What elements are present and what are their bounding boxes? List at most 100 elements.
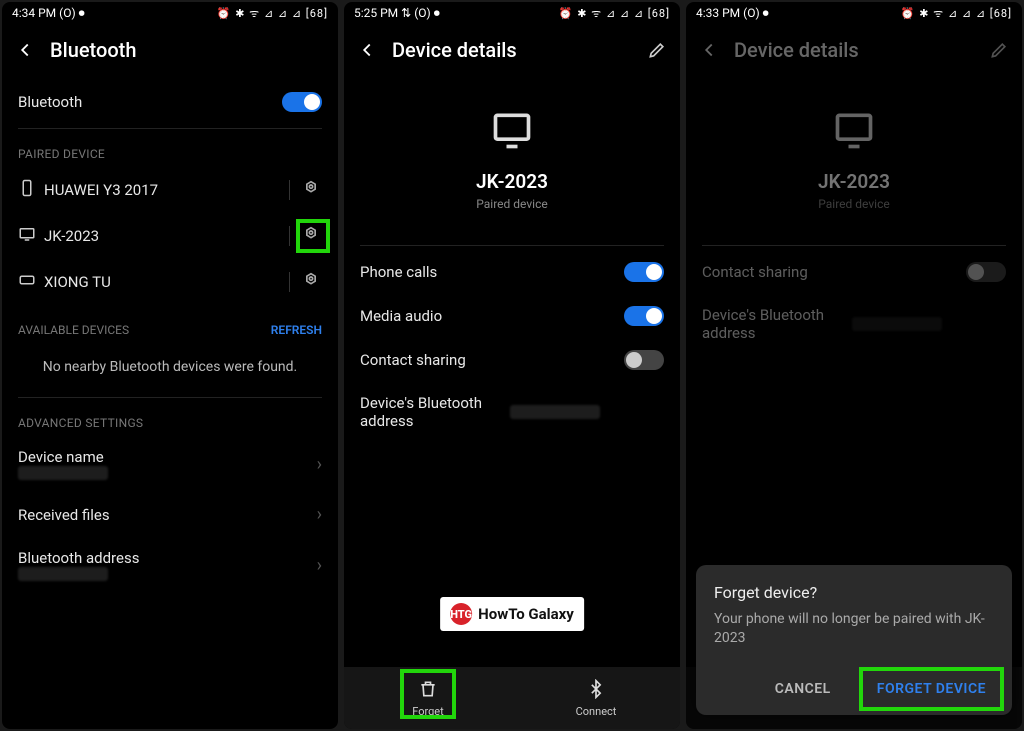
device-hero: JK-2023 Paired device bbox=[344, 80, 680, 241]
app-bar: Device details bbox=[686, 24, 1022, 80]
bt-address-row: Device's Bluetooth address bbox=[686, 294, 1022, 354]
edit-button[interactable] bbox=[646, 39, 668, 61]
divider bbox=[289, 272, 290, 292]
app-bar: Device details bbox=[344, 24, 680, 80]
screen-forget-dialog: 4:33 PM (O) ⏺ ⏰ ✱ ᯤ ⊿ ⊿ ⊿ [68] Device de… bbox=[686, 2, 1022, 729]
divider bbox=[289, 180, 290, 200]
divider bbox=[18, 397, 322, 398]
media-audio-row[interactable]: Media audio bbox=[344, 294, 680, 338]
forget-device-button[interactable]: FORGET DEVICE bbox=[869, 675, 994, 703]
back-button[interactable] bbox=[356, 39, 378, 61]
setting-label: Device name bbox=[18, 448, 317, 466]
watermark-logo-icon: HTG bbox=[450, 603, 472, 625]
screen-bluetooth: 4:34 PM (O) ⏺ ⏰ ✱ ᯤ ⊿ ⊿ ⊿ [68] Bluetooth… bbox=[2, 2, 338, 729]
forget-button[interactable]: Forget bbox=[344, 667, 512, 729]
device-kind: Paired device bbox=[818, 197, 889, 211]
status-bar: 4:33 PM (O) ⏺ ⏰ ✱ ᯤ ⊿ ⊿ ⊿ [68] bbox=[686, 2, 1022, 24]
gear-icon[interactable] bbox=[300, 179, 322, 201]
display-icon bbox=[829, 108, 879, 156]
divider bbox=[289, 226, 290, 246]
refresh-button[interactable]: REFRESH bbox=[271, 323, 322, 337]
redacted-value bbox=[18, 567, 108, 581]
device-kind: Paired device bbox=[476, 197, 547, 211]
bluetooth-master-toggle-row[interactable]: Bluetooth bbox=[2, 80, 338, 124]
watermark-badge: HTG HowTo Galaxy bbox=[440, 597, 584, 631]
paired-device-row[interactable]: HUAWEI Y3 2017 bbox=[2, 167, 338, 213]
option-label: Device's Bluetooth address bbox=[360, 394, 510, 430]
bluetooth-toggle[interactable] bbox=[282, 92, 322, 112]
device-name: XIONG TU bbox=[44, 273, 289, 291]
available-header: AVAILABLE DEVICES bbox=[18, 323, 271, 337]
device-name: JK-2023 bbox=[818, 170, 890, 193]
status-bar: 4:34 PM (O) ⏺ ⏰ ✱ ᯤ ⊿ ⊿ ⊿ [68] bbox=[2, 2, 338, 24]
divider bbox=[18, 128, 322, 129]
back-button[interactable] bbox=[14, 39, 36, 61]
edit-button bbox=[988, 39, 1010, 61]
setting-label: Bluetooth address bbox=[18, 549, 317, 567]
redacted-value bbox=[852, 317, 942, 331]
divider bbox=[702, 245, 1006, 246]
phone-calls-row[interactable]: Phone calls bbox=[344, 250, 680, 294]
clock: 4:33 PM bbox=[696, 6, 740, 20]
device-name: HUAWEI Y3 2017 bbox=[44, 181, 289, 199]
screen-device-details: 5:25 PM ⇅ (O) ⏺ ⏰ ✱ ᯤ ⊿ ⊿ ⊿ [68] Device … bbox=[344, 2, 680, 729]
keyboard-icon bbox=[18, 271, 44, 293]
media-audio-toggle[interactable] bbox=[624, 306, 664, 326]
redacted-value bbox=[510, 405, 600, 419]
contact-sharing-row[interactable]: Contact sharing bbox=[344, 338, 680, 382]
watermark-text: HowTo Galaxy bbox=[478, 605, 574, 623]
page-title: Bluetooth bbox=[50, 38, 326, 62]
page-title: Device details bbox=[734, 38, 974, 62]
redacted-value bbox=[18, 466, 108, 480]
clock: 4:34 PM bbox=[12, 6, 56, 20]
back-button bbox=[698, 39, 720, 61]
contact-sharing-row: Contact sharing bbox=[686, 250, 1022, 294]
bluetooth-address-setting[interactable]: Bluetooth address › bbox=[2, 537, 338, 593]
bluetooth-icon bbox=[586, 679, 606, 702]
paired-device-row[interactable]: JK-2023 bbox=[2, 213, 338, 259]
device-name: JK-2023 bbox=[476, 170, 548, 193]
clock: 5:25 PM bbox=[354, 6, 398, 20]
paired-header: PAIRED DEVICE bbox=[2, 133, 338, 167]
gear-icon[interactable] bbox=[300, 225, 322, 247]
bluetooth-label: Bluetooth bbox=[18, 93, 282, 111]
display-icon bbox=[487, 108, 537, 156]
page-title: Device details bbox=[392, 38, 632, 62]
status-right-icons: ⏰ ✱ ᯤ ⊿ ⊿ ⊿ [68] bbox=[901, 6, 1012, 21]
available-header-row: AVAILABLE DEVICES REFRESH bbox=[2, 305, 338, 349]
chevron-right-icon: › bbox=[317, 555, 322, 576]
status-left-icons: (O) ⏺ bbox=[59, 6, 85, 20]
paired-device-row[interactable]: XIONG TU bbox=[2, 259, 338, 305]
bt-address-row: Device's Bluetooth address bbox=[344, 382, 680, 442]
empty-state: No nearby Bluetooth devices were found. bbox=[2, 349, 338, 393]
option-label: Contact sharing bbox=[360, 351, 624, 369]
forget-label: Forget bbox=[412, 705, 443, 718]
phone-icon bbox=[18, 179, 44, 201]
chevron-right-icon: › bbox=[317, 504, 322, 525]
option-label: Media audio bbox=[360, 307, 624, 325]
dialog-title: Forget device? bbox=[714, 583, 994, 602]
status-right-icons: ⏰ ✱ ᯤ ⊿ ⊿ ⊿ [68] bbox=[217, 6, 328, 21]
bottom-bar: Forget Connect bbox=[344, 667, 680, 729]
device-name: JK-2023 bbox=[44, 227, 289, 245]
contact-sharing-toggle bbox=[966, 262, 1006, 282]
trash-icon bbox=[418, 679, 438, 702]
cancel-button[interactable]: CANCEL bbox=[767, 675, 839, 703]
phone-calls-toggle[interactable] bbox=[624, 262, 664, 282]
device-name-setting[interactable]: Device name › bbox=[2, 436, 338, 492]
forget-dialog: Forget device? Your phone will no longer… bbox=[696, 565, 1012, 715]
status-bar: 5:25 PM ⇅ (O) ⏺ ⏰ ✱ ᯤ ⊿ ⊿ ⊿ [68] bbox=[344, 2, 680, 24]
status-left-icons: ⇅ (O) ⏺ bbox=[401, 6, 440, 20]
divider bbox=[360, 245, 664, 246]
app-bar: Bluetooth bbox=[2, 24, 338, 80]
contact-sharing-toggle[interactable] bbox=[624, 350, 664, 370]
received-files-setting[interactable]: Received files › bbox=[2, 492, 338, 537]
chevron-right-icon: › bbox=[317, 454, 322, 475]
status-left-icons: (O) ⏺ bbox=[743, 6, 769, 20]
gear-icon[interactable] bbox=[300, 271, 322, 293]
device-hero: JK-2023 Paired device bbox=[686, 80, 1022, 241]
setting-label: Received files bbox=[18, 506, 317, 524]
connect-button[interactable]: Connect bbox=[512, 667, 680, 729]
advanced-header: ADVANCED SETTINGS bbox=[2, 402, 338, 436]
connect-label: Connect bbox=[576, 705, 617, 718]
